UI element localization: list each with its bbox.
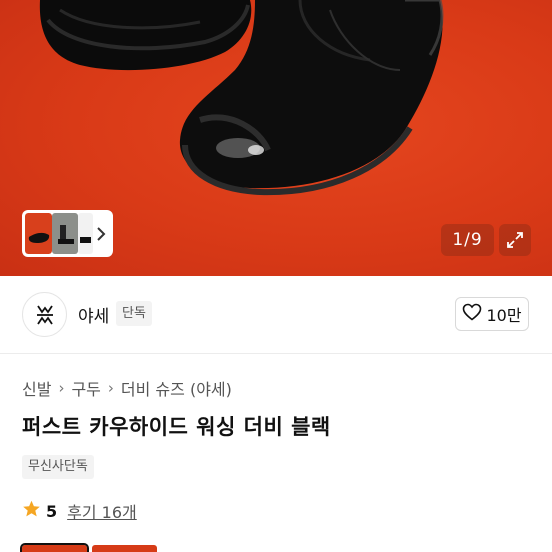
color-option[interactable] (20, 543, 89, 552)
chevron-right-icon[interactable] (93, 213, 110, 254)
image-pager: 1/9 (441, 224, 494, 256)
chevron-right-icon: › (58, 379, 65, 397)
star-icon (22, 500, 41, 522)
rating-summary: 5 후기 16개 (22, 499, 137, 523)
exclusive-badge: 무신사단독 (22, 455, 94, 479)
thumbnail-1[interactable] (23, 211, 54, 256)
brand-tag: 단독 (116, 301, 152, 326)
color-option[interactable] (92, 545, 157, 552)
thumbnail-2[interactable] (51, 213, 79, 254)
chevron-right-icon: › (107, 379, 114, 397)
breadcrumb: 신발 › 구두 › 더비 슈즈 (야세) (22, 376, 232, 400)
brand-logo-icon[interactable] (22, 292, 67, 337)
product-image[interactable]: 1/9 (0, 0, 552, 276)
brand-name[interactable]: 야세 (78, 302, 109, 327)
product-title: 퍼스트 카우하이드 워싱 더비 블랙 (22, 415, 331, 439)
breadcrumb-item-derby[interactable]: 더비 슈즈 (야세) (121, 376, 232, 400)
like-button[interactable]: 10만 (455, 297, 529, 331)
breadcrumb-item-dress-shoes[interactable]: 구두 (71, 376, 100, 400)
expand-icon[interactable] (499, 224, 531, 256)
heart-outline-icon (462, 303, 482, 325)
thumbnail-3[interactable] (78, 213, 93, 254)
reviews-link[interactable]: 후기 16개 (67, 499, 137, 523)
like-count: 10만 (486, 306, 522, 325)
color-options (20, 543, 157, 552)
breadcrumb-item-shoes[interactable]: 신발 (22, 376, 51, 400)
rating-score: 5 (46, 501, 58, 521)
thumbnail-strip[interactable] (22, 210, 113, 257)
